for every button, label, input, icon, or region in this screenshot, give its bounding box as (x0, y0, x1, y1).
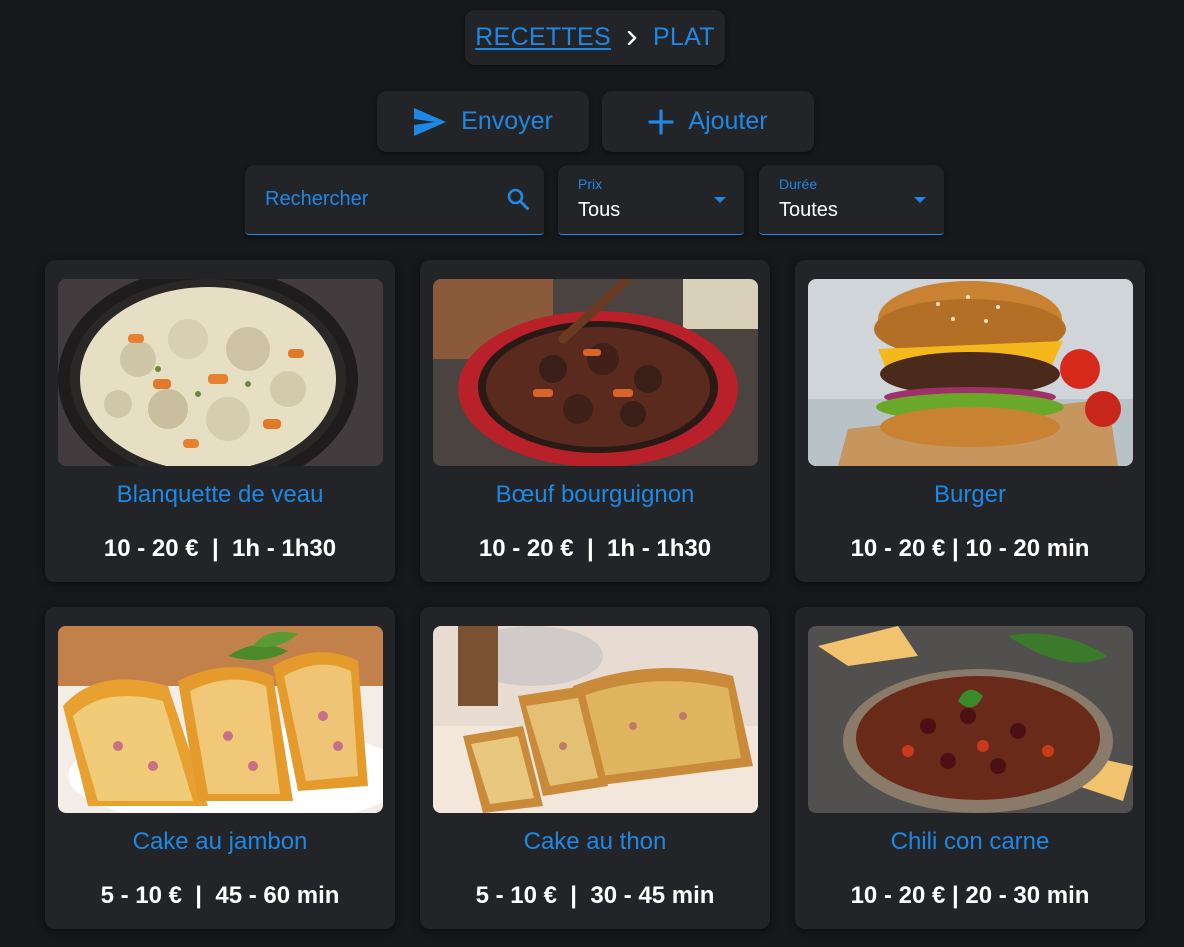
chevron-right-icon (625, 30, 639, 45)
add-button-label: Ajouter (688, 107, 768, 135)
price-select-value: Tous (578, 199, 621, 221)
send-button[interactable]: Envoyer (377, 91, 589, 152)
recipe-card[interactable]: Chili con carne 10 - 20 € | 20 - 30 min (795, 607, 1145, 929)
recipe-card[interactable]: Bœuf bourguignon 10 - 20 € | 1h - 1h30 (420, 260, 770, 582)
breadcrumb: RECETTES PLAT (465, 10, 725, 65)
recipe-photo-blanquette (58, 279, 383, 466)
caret-down-icon (914, 197, 926, 203)
recipes-page: RECETTES PLAT Envoyer Ajouter Rechercher… (0, 0, 1184, 947)
recipe-title: Blanquette de veau (116, 481, 324, 508)
duration-select-value: Toutes (779, 199, 838, 221)
send-button-label: Envoyer (461, 107, 553, 135)
recipe-meta: 10 - 20 € | 1h - 1h30 (103, 535, 337, 562)
send-icon (413, 107, 447, 137)
recipe-title: Bœuf bourguignon (495, 481, 695, 508)
recipe-card[interactable]: Cake au thon 5 - 10 € | 30 - 45 min (420, 607, 770, 929)
recipe-photo-boeuf-bourguignon (433, 279, 758, 466)
search-input[interactable]: Rechercher (245, 165, 544, 235)
search-icon[interactable] (506, 187, 530, 216)
recipe-photo-cake-thon (433, 626, 758, 813)
plus-icon (648, 108, 674, 135)
recipe-title: Chili con carne (890, 828, 1050, 855)
recipe-meta: 10 - 20 € | 10 - 20 min (850, 535, 1090, 562)
recipe-meta: 5 - 10 € | 30 - 45 min (475, 882, 715, 909)
recipe-title: Cake au thon (523, 828, 667, 855)
price-select[interactable]: Prix Tous (558, 165, 744, 235)
breadcrumb-current: PLAT (652, 23, 715, 51)
price-select-label: Prix (578, 176, 603, 192)
duration-select-label: Durée (779, 176, 818, 192)
recipe-title: Burger (933, 481, 1007, 508)
recipe-meta: 10 - 20 € | 1h - 1h30 (478, 535, 712, 562)
breadcrumb-link-recettes[interactable]: RECETTES (475, 23, 611, 52)
search-placeholder: Rechercher (265, 188, 369, 210)
recipe-card[interactable]: Burger 10 - 20 € | 10 - 20 min (795, 260, 1145, 582)
recipe-photo-burger (808, 279, 1133, 466)
add-button[interactable]: Ajouter (602, 91, 814, 152)
caret-down-icon (714, 197, 726, 203)
recipe-photo-chili (808, 626, 1133, 813)
recipe-title: Cake au jambon (132, 828, 308, 855)
recipe-meta: 10 - 20 € | 20 - 30 min (850, 882, 1090, 909)
recipe-photo-cake-jambon (58, 626, 383, 813)
recipe-card[interactable]: Blanquette de veau 10 - 20 € | 1h - 1h30 (45, 260, 395, 582)
recipe-meta: 5 - 10 € | 45 - 60 min (100, 882, 340, 909)
duration-select[interactable]: Durée Toutes (759, 165, 944, 235)
recipe-card[interactable]: Cake au jambon 5 - 10 € | 45 - 60 min (45, 607, 395, 929)
